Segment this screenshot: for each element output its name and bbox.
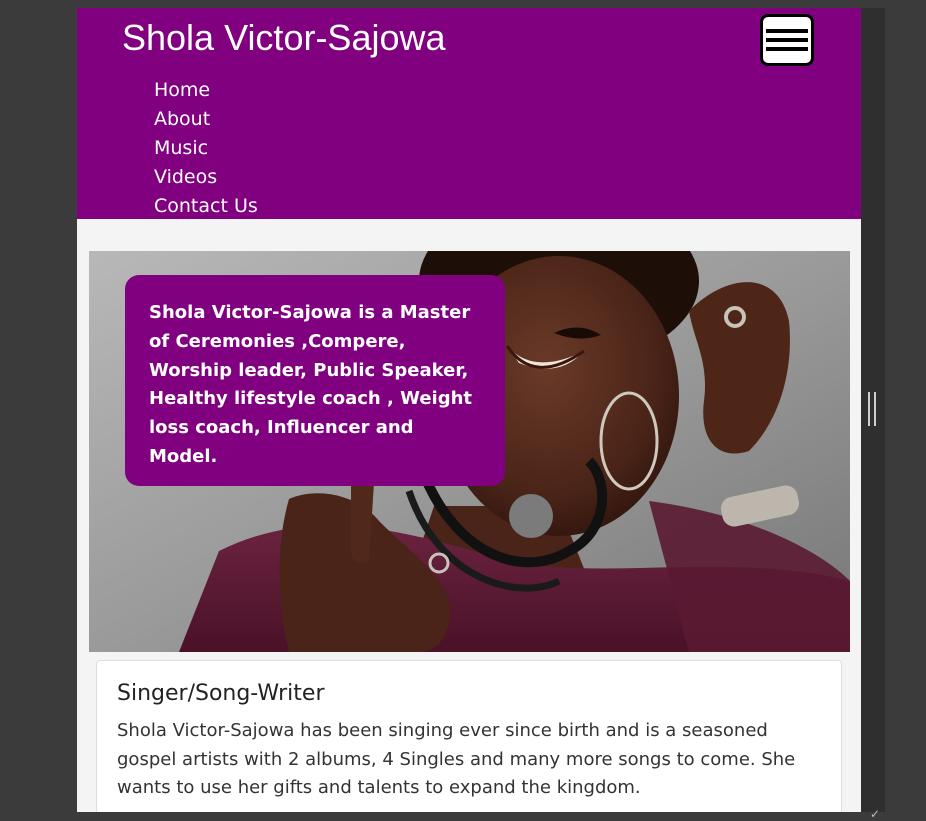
nav-item-about[interactable]: About: [154, 105, 258, 134]
hero-caption-card: Shola Victor-Sajowa is a Master of Cerem…: [125, 275, 505, 486]
resize-corner-icon[interactable]: ✓: [870, 808, 880, 820]
card-title: Singer/Song-Writer: [117, 681, 325, 706]
menu-bar-top: [766, 29, 808, 33]
hero-caption-text: Shola Victor-Sajowa is a Master of Cerem…: [149, 302, 473, 467]
resize-handle-icon[interactable]: [868, 392, 876, 426]
site-title[interactable]: Shola Victor-Sajowa: [122, 18, 446, 58]
card-body-text: Shola Victor-Sajowa has been singing eve…: [117, 720, 796, 799]
browser-viewport: Shola Victor-Sajowa Home About Music Vid…: [77, 8, 861, 812]
main-nav: Home About Music Videos Contact Us: [154, 76, 258, 221]
nav-item-home[interactable]: Home: [154, 76, 258, 105]
singer-songwriter-card: Singer/Song-Writer Shola Victor-Sajowa h…: [96, 660, 842, 812]
nav-item-videos[interactable]: Videos: [154, 163, 258, 192]
menu-bar-bottom: [766, 47, 808, 51]
menu-bar-middle: [766, 38, 808, 42]
site-header: Shola Victor-Sajowa Home About Music Vid…: [77, 8, 861, 219]
hamburger-menu-icon[interactable]: [760, 14, 814, 66]
nav-item-music[interactable]: Music: [154, 134, 258, 163]
nav-item-contact-us[interactable]: Contact Us: [154, 192, 258, 221]
